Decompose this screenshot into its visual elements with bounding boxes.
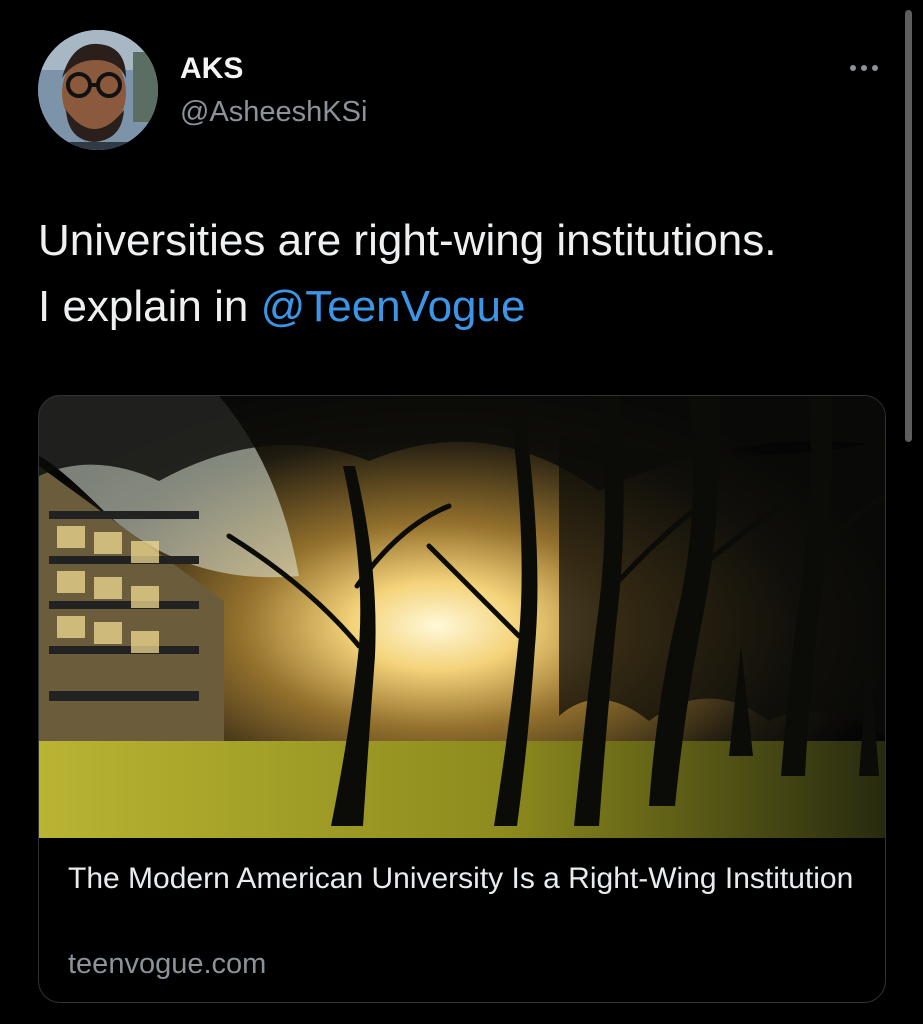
tweet-text: Universities are right-wing institutions…	[38, 208, 898, 340]
author-display-name[interactable]: AKS	[180, 52, 243, 86]
link-preview-image[interactable]	[39, 396, 885, 838]
link-preview-card[interactable]: The Modern American University Is a Righ…	[38, 395, 886, 1003]
author-handle[interactable]: @AsheeshKSi	[180, 96, 367, 129]
link-preview-domain: teenvogue.com	[68, 948, 267, 980]
more-horizontal-icon	[850, 65, 856, 71]
tweet-text-line: I explain in @TeenVogue	[38, 274, 898, 340]
author-avatar[interactable]	[38, 30, 158, 150]
mention-link[interactable]: @TeenVogue	[261, 282, 526, 331]
more-options-button[interactable]	[845, 56, 883, 80]
more-horizontal-icon	[872, 65, 878, 71]
link-preview-title[interactable]: The Modern American University Is a Righ…	[68, 858, 858, 900]
more-horizontal-icon	[861, 65, 867, 71]
tweet-text-prefix: I explain in	[38, 282, 261, 331]
scrollbar-thumb[interactable]	[905, 10, 912, 442]
tweet-text-line: Universities are right-wing institutions…	[38, 216, 777, 265]
